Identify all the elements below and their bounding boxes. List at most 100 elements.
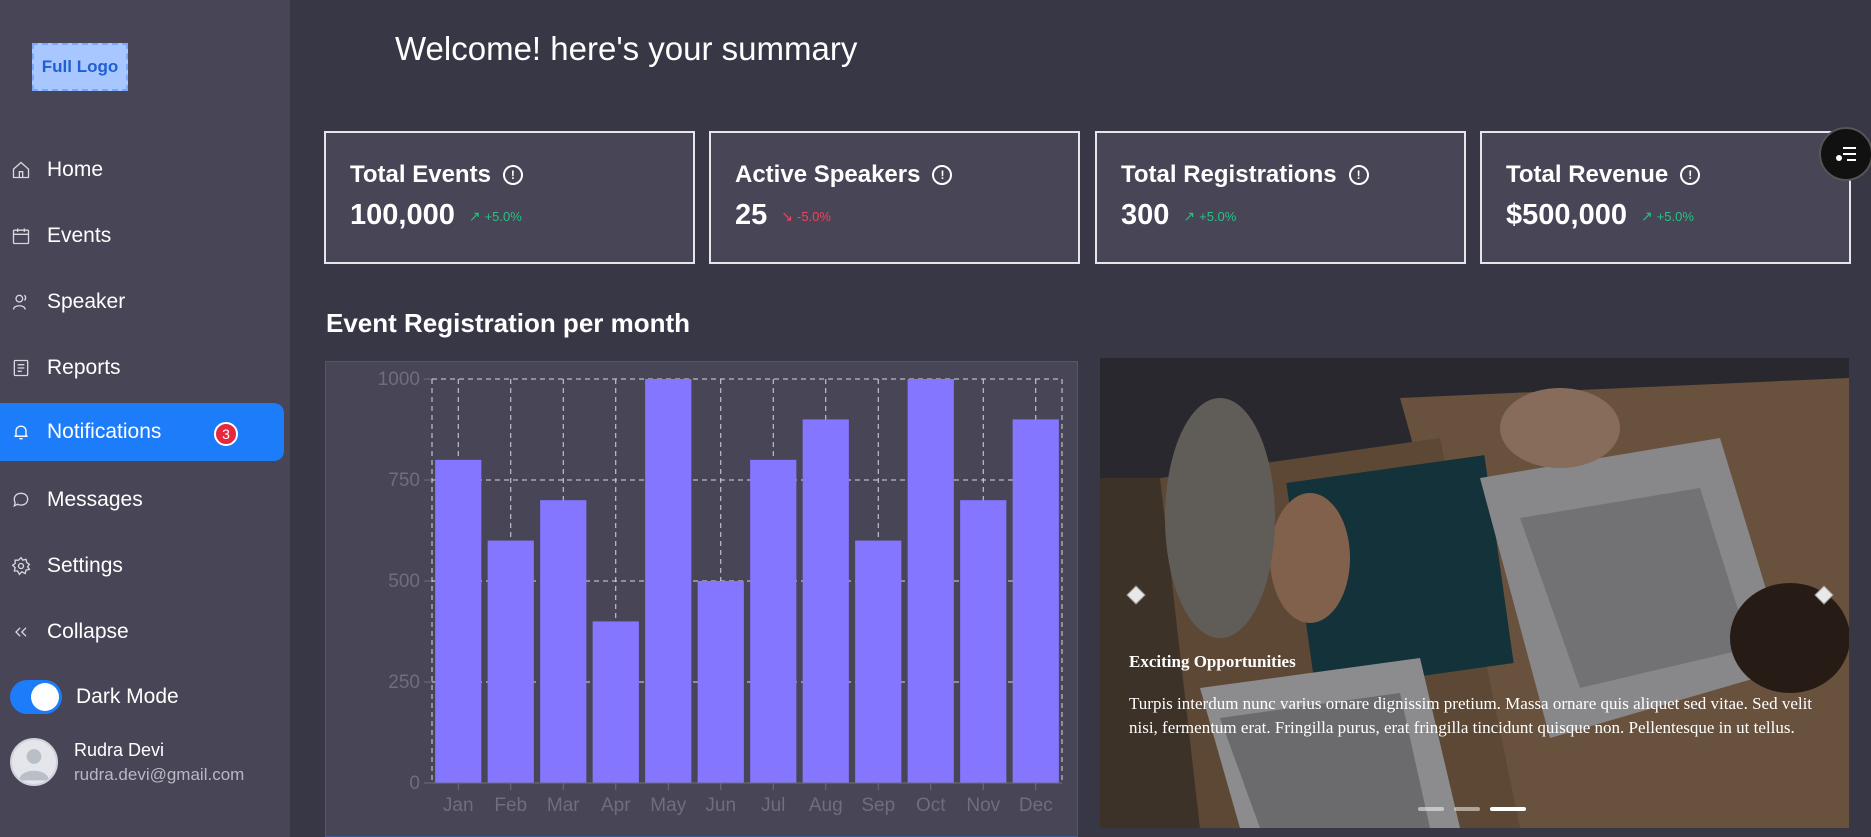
carousel-indicator[interactable] xyxy=(1454,807,1480,811)
x-tick-label: Jan xyxy=(443,795,474,816)
trend-indicator: ↗ +5.0% xyxy=(469,208,522,225)
y-tick-label: 500 xyxy=(388,571,420,592)
bar-mar xyxy=(540,500,587,783)
x-tick-label: Feb xyxy=(494,795,527,816)
trend-down-icon: ↘ xyxy=(781,208,793,224)
info-icon[interactable]: ! xyxy=(502,165,523,185)
sidebar-item-messages[interactable]: Messages xyxy=(0,471,284,529)
app-logo[interactable]: Full Logo xyxy=(32,43,128,91)
sidebar-item-label: Collapse xyxy=(47,620,129,643)
diamond-right-icon xyxy=(1814,585,1834,605)
workspace-photo xyxy=(1100,358,1849,828)
bar-jan xyxy=(435,459,482,783)
carousel-indicator[interactable] xyxy=(1490,807,1526,811)
sidebar-item-label: Events xyxy=(47,224,112,247)
bar-may xyxy=(645,379,692,783)
stat-title: Active Speakers xyxy=(735,161,921,188)
sidebar-item-collapse[interactable]: Collapse xyxy=(0,603,284,661)
filter-menu-button[interactable] xyxy=(1819,127,1871,181)
bell-icon xyxy=(10,421,32,443)
bar-nov xyxy=(960,500,1007,783)
carousel-caption-title: Exciting Opportunities xyxy=(1129,652,1296,671)
stat-title: Total Events xyxy=(350,161,491,188)
user-profile[interactable]: Rudra Devi rudra.devi@gmail.com xyxy=(10,738,244,786)
bar-sep xyxy=(855,540,902,783)
double-chevron-left-icon xyxy=(10,621,32,643)
trend-value: +5.0% xyxy=(1656,209,1694,224)
trend-up-icon: ↗ xyxy=(1640,208,1653,224)
stat-value: 25 xyxy=(735,199,768,231)
stat-title: Total Revenue xyxy=(1506,161,1669,188)
sidebar-item-label: Messages xyxy=(47,488,143,511)
avatar xyxy=(10,738,58,786)
sidebar-item-speaker[interactable]: Speaker xyxy=(0,273,284,331)
bar-oct xyxy=(907,379,954,783)
sidebar-item-events[interactable]: Events xyxy=(0,207,284,265)
trend-up-icon: ↗ xyxy=(1183,208,1196,224)
sidebar-item-label: Notifications xyxy=(47,420,162,443)
y-tick-label: 250 xyxy=(388,672,420,693)
sidebar-item-notifications[interactable]: Notifications 3 xyxy=(0,403,284,461)
sidebar-item-label: Settings xyxy=(47,554,123,577)
stat-card-total-events: Total Events! 100,000 ↗ +5.0% xyxy=(324,131,695,264)
dark-mode-toggle[interactable] xyxy=(10,680,62,714)
sidebar-item-label: Reports xyxy=(47,356,121,379)
trend-indicator: ↘ -5.0% xyxy=(781,208,831,225)
trend-indicator: ↗ +5.0% xyxy=(1641,208,1694,225)
stat-value: 300 xyxy=(1121,199,1170,231)
bar-aug xyxy=(802,419,849,783)
info-icon[interactable]: ! xyxy=(1348,165,1369,185)
stat-card-active-speakers: Active Speakers! 25 ↘ -5.0% xyxy=(709,131,1080,264)
image-carousel: Exciting Opportunities Turpis interdum n… xyxy=(1100,358,1849,828)
trend-value: -5.0% xyxy=(797,209,831,224)
x-tick-label: May xyxy=(650,795,686,816)
carousel-indicator[interactable] xyxy=(1418,807,1444,811)
registration-bar-chart: 0 250 500 750 1000 Jan Feb Mar Apr May Jun Jul Aug Se… xyxy=(325,361,1078,837)
home-icon xyxy=(10,159,32,181)
trend-indicator: ↗ +5.0% xyxy=(1183,208,1236,225)
bar-apr xyxy=(592,621,639,783)
calendar-icon xyxy=(10,225,32,247)
bar-chart-svg: 0 250 500 750 1000 Jan Feb Mar Apr May Jun Jul Aug Se… xyxy=(378,369,1063,816)
carousel-indicators xyxy=(1418,807,1526,811)
sidebar-item-label: Home xyxy=(47,158,104,181)
x-tick-label: Nov xyxy=(966,795,1000,816)
sidebar-item-label: Speaker xyxy=(47,290,126,313)
info-icon[interactable]: ! xyxy=(932,165,953,185)
y-tick-label: 750 xyxy=(388,470,420,491)
dark-mode-label: Dark Mode xyxy=(76,685,179,708)
carousel-prev-button[interactable] xyxy=(1125,584,1147,606)
sidebar-item-home[interactable]: Home xyxy=(0,141,284,199)
y-tick-label: 1000 xyxy=(378,369,420,390)
x-tick-label: Mar xyxy=(547,795,580,816)
sidebar-item-settings[interactable]: Settings xyxy=(0,537,284,595)
trend-value: +5.0% xyxy=(484,209,522,224)
carousel-caption-body: Turpis interdum nunc varius ornare digni… xyxy=(1129,694,1813,737)
x-tick-label: Sep xyxy=(861,795,895,816)
page-title: Welcome! here's your summary xyxy=(395,30,858,67)
chart-title: Event Registration per month xyxy=(326,308,691,338)
x-tick-label: Aug xyxy=(809,795,843,816)
y-tick-label: 0 xyxy=(409,773,420,794)
trend-up-icon: ↗ xyxy=(468,208,481,224)
info-icon[interactable]: ! xyxy=(1680,165,1701,185)
sidebar-item-reports[interactable]: Reports xyxy=(0,339,284,397)
bar-dec xyxy=(1012,419,1059,783)
carousel-next-button[interactable] xyxy=(1813,584,1835,606)
bar-jul xyxy=(750,459,797,783)
notification-count-badge: 3 xyxy=(214,422,238,446)
bar-feb xyxy=(487,540,534,783)
user-email: rudra.devi@gmail.com xyxy=(74,764,245,784)
message-icon xyxy=(10,489,32,511)
toggle-knob xyxy=(31,683,59,711)
diamond-left-icon xyxy=(1126,585,1146,605)
x-tick-label: Oct xyxy=(916,795,946,816)
speaker-icon xyxy=(10,291,32,313)
x-tick-label: Jul xyxy=(761,795,785,816)
bar-jun xyxy=(697,581,744,783)
x-tick-label: Apr xyxy=(601,795,631,816)
gear-icon xyxy=(10,555,32,577)
stat-card-total-revenue: Total Revenue! $500,000 ↗ +5.0% xyxy=(1480,131,1851,264)
user-name: Rudra Devi xyxy=(74,739,165,760)
stat-value: 100,000 xyxy=(350,199,455,231)
